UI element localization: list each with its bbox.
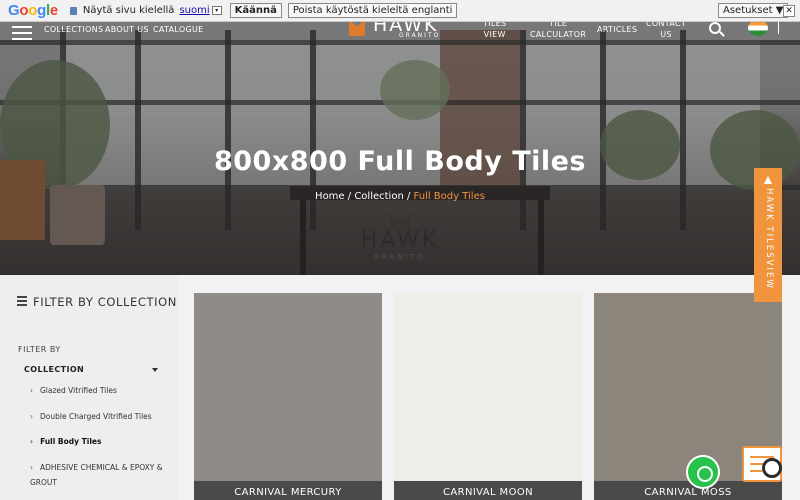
translate-button[interactable]: Käännä xyxy=(229,3,282,18)
watermark-sub: GRANITO xyxy=(373,253,427,261)
product-tile-image xyxy=(194,293,382,500)
translate-prompt: Näytä sivu kielellä xyxy=(82,5,175,16)
filter-item-glazed[interactable]: › Glazed Vitrified Tiles xyxy=(30,383,170,398)
tilesview-side-tab[interactable]: HAWK TILESVIEW xyxy=(754,168,782,302)
filter-by-label: FILTER BY xyxy=(18,345,61,354)
chevron-right-icon: › xyxy=(30,412,33,421)
whatsapp-icon[interactable] xyxy=(686,455,720,489)
disable-translation-button[interactable]: Poista käytöstä kieleltä englanti xyxy=(287,3,458,18)
google-translate-bar: Google Näytä sivu kielellä suomi ▾ Käänn… xyxy=(0,0,800,22)
filter-item-full-body[interactable]: › Full Body Tiles xyxy=(30,434,170,449)
filter-sidebar: FILTER BY COLLECTION FILTER BY COLLECTIO… xyxy=(0,275,178,500)
nav-item-articles[interactable]: ARTICLES xyxy=(597,24,637,35)
filter-item-adhesive[interactable]: › ADHESIVE CHEMICAL & EPOXY & GROUT xyxy=(30,460,170,490)
side-tab-label: HAWK TILESVIEW xyxy=(764,188,774,290)
breadcrumb: Home / Collection / Full Body Tiles xyxy=(0,191,800,202)
product-card[interactable]: CARNIVAL MOON xyxy=(394,293,582,500)
flag-icon[interactable] xyxy=(748,20,768,36)
language-select[interactable]: suomi xyxy=(179,5,209,16)
product-name: CARNIVAL MOON xyxy=(394,481,582,500)
product-tile-image xyxy=(394,293,582,500)
product-name: CARNIVAL MERCURY xyxy=(194,481,382,500)
lock-icon xyxy=(69,6,77,15)
collection-toggle[interactable]: COLLECTION xyxy=(24,365,160,374)
close-icon[interactable]: ✕ xyxy=(783,4,795,17)
chat-search-icon xyxy=(762,458,782,478)
chevron-right-icon: › xyxy=(30,386,33,395)
logo-sub: GRANITO xyxy=(399,32,441,39)
product-card[interactable]: CARNIVAL MERCURY xyxy=(194,293,382,500)
chat-icon[interactable] xyxy=(740,444,792,490)
breadcrumb-home[interactable]: Home xyxy=(315,191,345,202)
collection-label: COLLECTION xyxy=(24,365,85,374)
hero-watermark-logo: HAWK GRANITO xyxy=(350,214,450,261)
chevron-right-icon: › xyxy=(30,437,34,446)
filter-item-double-charged[interactable]: › Double Charged Vitrified Tiles xyxy=(30,409,170,424)
nav-divider xyxy=(778,22,779,34)
chevron-right-icon: › xyxy=(30,463,33,472)
breadcrumb-separator: / xyxy=(403,191,414,202)
page-title: 800x800 Full Body Tiles xyxy=(213,146,587,177)
google-logo: Google xyxy=(8,2,58,19)
filter-heading: FILTER BY COLLECTION xyxy=(17,295,177,309)
tilesview-icon xyxy=(764,176,772,184)
filter-heading-label: FILTER BY COLLECTION xyxy=(33,295,177,309)
breadcrumb-collection[interactable]: Collection xyxy=(354,191,403,202)
breadcrumb-current: Full Body Tiles xyxy=(413,191,485,202)
nav-item-catalogue[interactable]: CATALOGUE xyxy=(153,24,203,35)
nav-item-collections[interactable]: COLLECTIONS xyxy=(44,24,103,35)
search-icon[interactable] xyxy=(709,22,721,34)
nav-item-about[interactable]: ABOUT US xyxy=(105,24,149,35)
main-nav: COLLECTIONS ABOUT US CATALOGUE HAWK GRAN… xyxy=(0,14,800,44)
list-icon xyxy=(17,296,27,308)
breadcrumb-separator: / xyxy=(344,191,355,202)
translate-settings-button[interactable]: Asetukset ▼ xyxy=(718,3,789,18)
logo-mark-icon xyxy=(349,20,365,36)
dropdown-icon[interactable]: ▾ xyxy=(211,6,222,15)
caret-down-icon xyxy=(152,368,158,372)
watermark-word: HAWK xyxy=(360,228,440,253)
hamburger-icon[interactable] xyxy=(12,26,32,44)
